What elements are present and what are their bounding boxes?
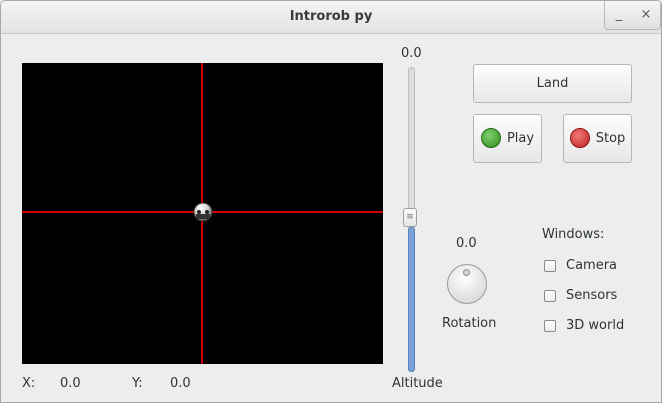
close-button[interactable]: × (632, 1, 661, 30)
altitude-label: Altitude (392, 376, 443, 391)
x-label: X: (22, 376, 36, 391)
window-title: Introrob py (289, 9, 373, 24)
checkbox-box[interactable] (544, 290, 556, 302)
y-value: 0.0 (170, 376, 191, 391)
rotation-value: 0.0 (456, 236, 477, 251)
altitude-value: 0.0 (401, 46, 422, 61)
rotation-label: Rotation (442, 316, 497, 331)
stop-button-label: Stop (595, 131, 626, 146)
play-button[interactable]: Play (473, 114, 542, 163)
drone-icon (193, 202, 213, 222)
y-label: Y: (132, 376, 143, 391)
play-icon (480, 127, 501, 148)
stop-button[interactable]: Stop (563, 114, 632, 163)
rotation-knob-indicator (463, 269, 470, 276)
x-value: 0.0 (60, 376, 81, 391)
checkbox-label: Sensors (566, 288, 618, 303)
altitude-slider-handle[interactable]: ≡ (403, 208, 417, 227)
altitude-slider-fill (408, 227, 415, 372)
checkbox-box[interactable] (544, 260, 556, 272)
minimize-button[interactable]: _ (604, 1, 634, 30)
checkbox-label: Camera (566, 258, 618, 273)
title-bar[interactable]: Introrob py _ × (1, 1, 661, 34)
checkbox-label: 3D world (566, 318, 625, 333)
play-button-label: Play (506, 131, 535, 146)
land-button-label: Land (536, 76, 569, 91)
app-window: Introrob py _ × X: 0.0 Y: 0.0 0.0 ≡ Alti… (0, 0, 662, 403)
windows-heading: Windows: (542, 227, 605, 242)
rotation-knob[interactable] (447, 264, 487, 304)
stop-icon (569, 127, 590, 148)
checkbox-box[interactable] (544, 320, 556, 332)
position-canvas[interactable] (22, 63, 383, 364)
land-button[interactable]: Land (473, 64, 632, 103)
